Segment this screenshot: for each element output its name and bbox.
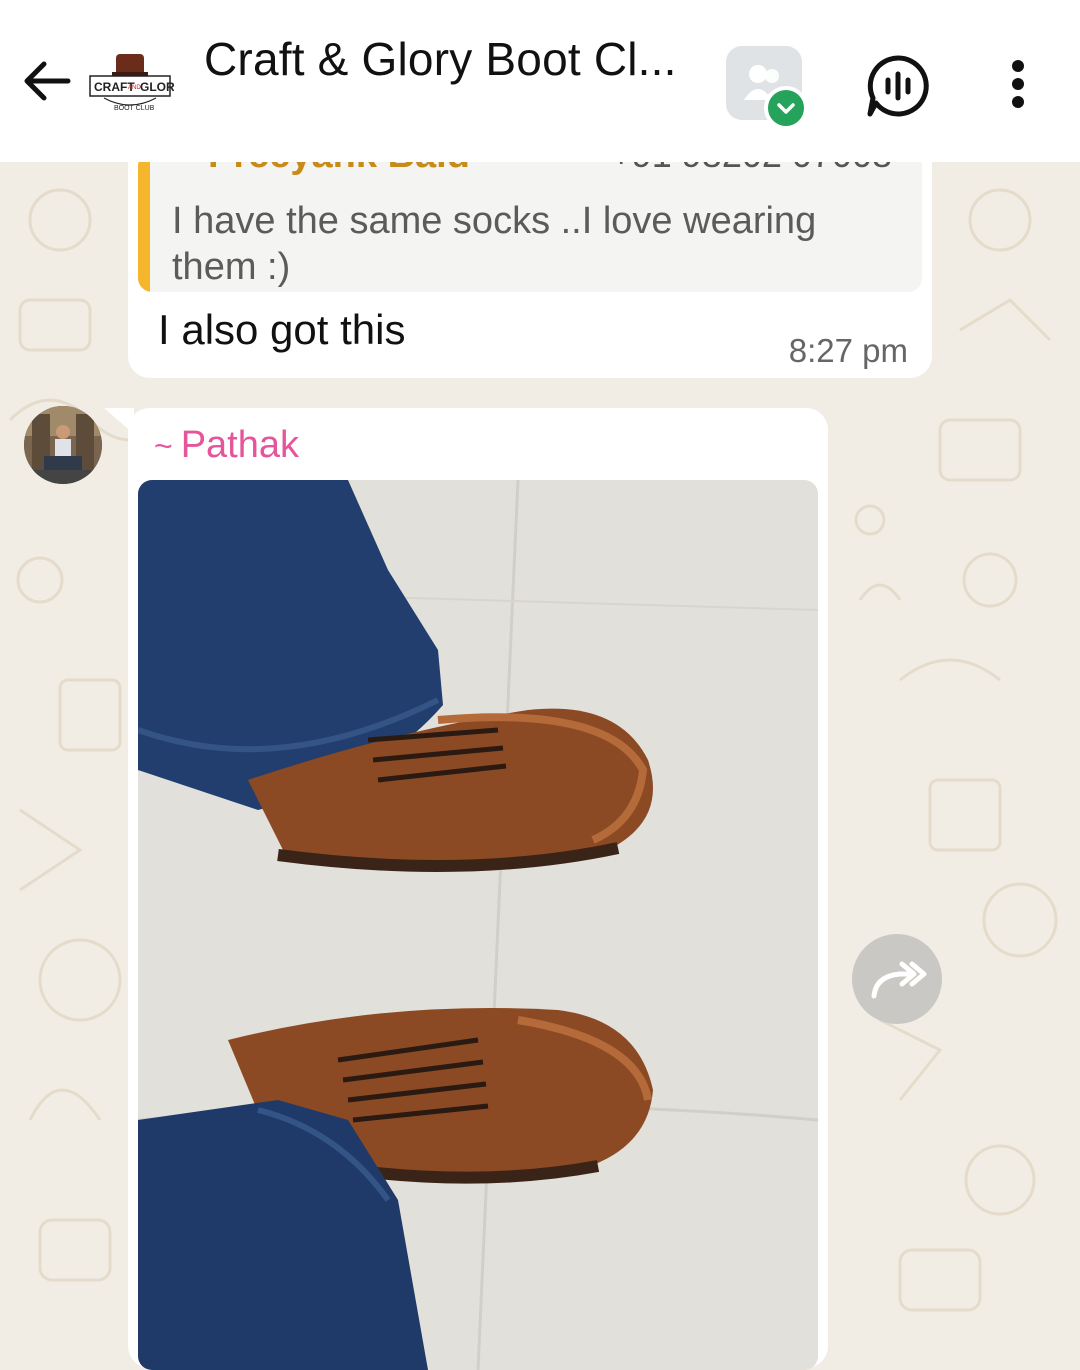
quoted-message[interactable]: Preeyank Baid +91 98202 07008 I have the…: [138, 152, 922, 292]
quote-bar: [138, 152, 150, 292]
sender-name-text: Pathak: [180, 424, 299, 466]
message-text: I also got this: [158, 306, 406, 353]
chat-title[interactable]: Craft & Glory Boot Cl...: [204, 32, 704, 86]
message-bubble[interactable]: Preeyank Baid +91 98202 07008 I have the…: [128, 140, 932, 378]
group-logo[interactable]: CRAFT AND GLORY BOOT CLUB: [86, 52, 174, 116]
back-arrow-icon[interactable]: [18, 52, 76, 110]
forward-button[interactable]: [852, 934, 942, 1024]
svg-text:GLORY: GLORY: [140, 80, 174, 94]
more-vert-icon[interactable]: [996, 54, 1040, 114]
voice-chat-icon[interactable]: [862, 50, 934, 122]
joined-check-icon: [764, 86, 808, 130]
svg-text:BOOT CLUB: BOOT CLUB: [114, 105, 155, 112]
forward-icon: [871, 961, 927, 999]
quote-text: I have the same socks ..I love wearing t…: [172, 200, 817, 288]
message-photo[interactable]: [138, 480, 818, 1370]
chat-header: CRAFT AND GLORY BOOT CLUB Craft & Glory …: [0, 0, 1080, 162]
sender-name[interactable]: ~ Pathak: [154, 424, 299, 467]
image-message-bubble[interactable]: ~ Pathak: [128, 408, 828, 1370]
sender-avatar[interactable]: [24, 406, 102, 484]
message-time: 8:27 pm: [788, 332, 908, 369]
